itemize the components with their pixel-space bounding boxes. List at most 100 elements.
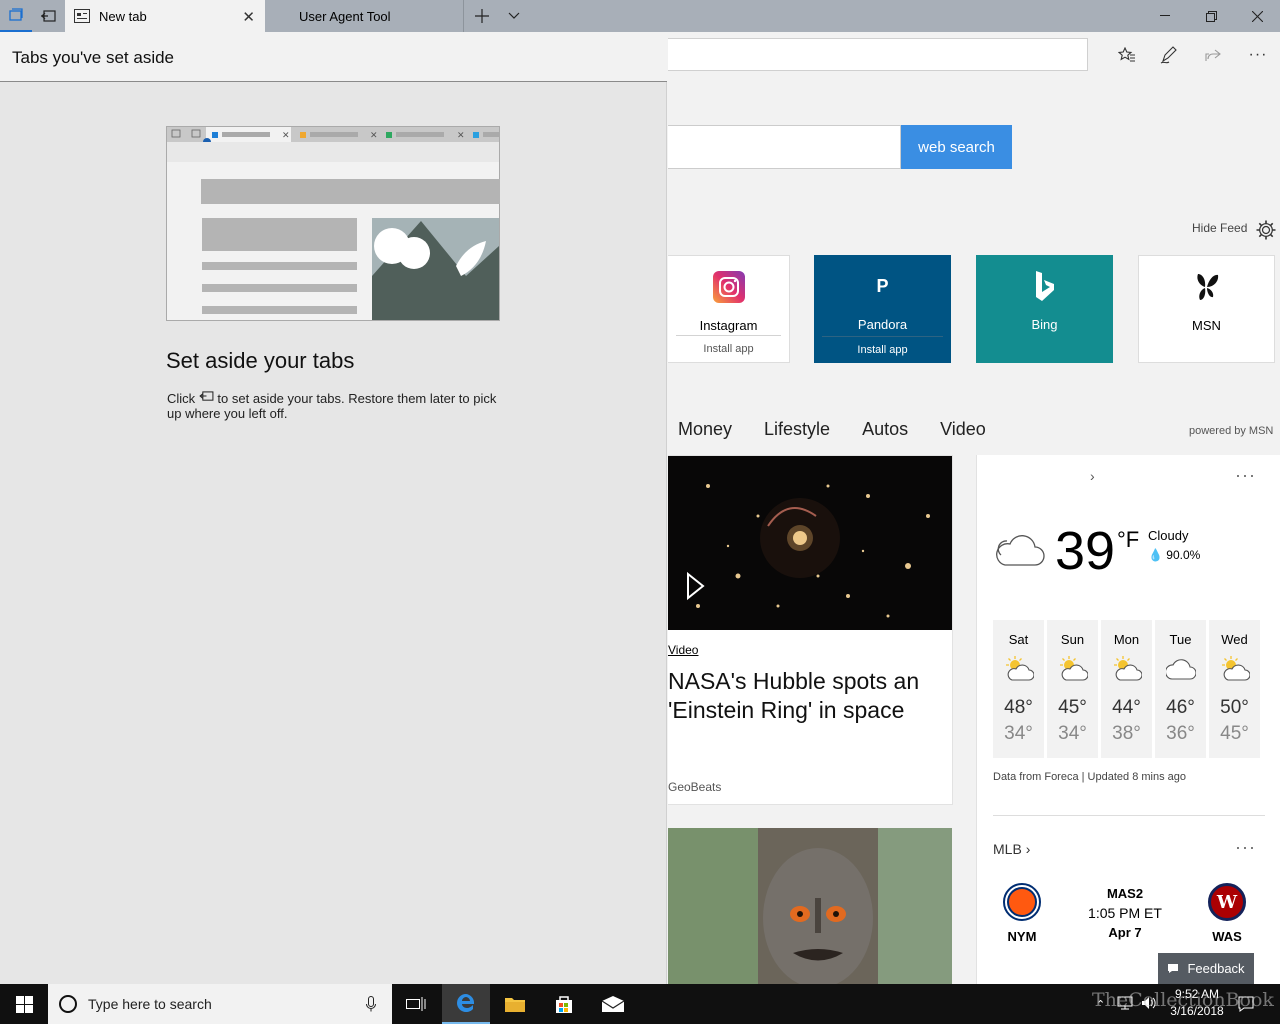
- category-lifestyle[interactable]: Lifestyle: [764, 419, 830, 440]
- svg-text:✕: ✕: [282, 130, 290, 140]
- close-tab-icon[interactable]: ✕: [242, 8, 255, 26]
- search-placeholder: Type here to search: [88, 996, 212, 1012]
- tile-bing[interactable]: Bing: [976, 255, 1113, 363]
- precip-value: 90.0%: [1166, 548, 1201, 562]
- taskbar: Type here to search ⌃ 9:52 AM 3/16/2018: [0, 984, 1280, 1024]
- tab-new-tab[interactable]: New tab ✕: [65, 0, 265, 32]
- panel-heading: Set aside your tabs: [166, 348, 355, 373]
- store-icon[interactable]: [540, 984, 588, 1024]
- team-home[interactable]: NYM: [992, 883, 1052, 944]
- set-aside-illustration: ✕ ✕ ✕: [166, 126, 500, 321]
- chevron-down-icon[interactable]: [498, 0, 530, 32]
- divider: [993, 815, 1265, 816]
- sun-cloud-icon: [993, 655, 1044, 685]
- sun-cloud-icon: [1209, 655, 1260, 685]
- mail-icon[interactable]: [589, 984, 637, 1024]
- day-low: 34°: [1058, 723, 1087, 744]
- category-nav: Money Lifestyle Autos Video: [678, 419, 1018, 440]
- day-high: 44°: [1112, 697, 1141, 718]
- web-search-button[interactable]: web search: [901, 125, 1012, 169]
- windows-logo-icon: [15, 995, 33, 1013]
- gear-icon[interactable]: [1255, 219, 1277, 246]
- weather-condition: Cloudy: [1148, 528, 1189, 543]
- current-temp: 39: [1055, 521, 1116, 581]
- forecast-day[interactable]: Sun 45° 34°: [1047, 620, 1098, 758]
- page-icon: [74, 9, 90, 23]
- notes-pen-icon[interactable]: [1152, 38, 1186, 72]
- msn-butterfly-icon: [1193, 270, 1221, 304]
- edge-app-icon[interactable]: [442, 984, 490, 1024]
- chevron-right-icon: ›: [1025, 841, 1031, 857]
- taskbar-search-input[interactable]: Type here to search: [48, 984, 392, 1024]
- forecast-day[interactable]: Sat 48° 34°: [993, 620, 1044, 758]
- droplet-icon: 💧: [1148, 548, 1163, 562]
- news-title[interactable]: NASA's Hubble spots an 'Einstein Ring' i…: [668, 667, 948, 725]
- category-autos[interactable]: Autos: [862, 419, 908, 440]
- install-app-link[interactable]: Install app: [822, 336, 943, 363]
- tab-manager-icon[interactable]: [0, 0, 32, 32]
- tab-label: New tab: [99, 8, 147, 24]
- more-icon[interactable]: ···: [1241, 38, 1275, 72]
- hide-feed-link[interactable]: Hide Feed: [1192, 221, 1247, 235]
- share-icon[interactable]: [1196, 38, 1230, 72]
- title-bar: New tab ✕ User Agent Tool: [0, 0, 1280, 32]
- news-image-tree[interactable]: [668, 828, 952, 984]
- svg-text:✕: ✕: [457, 130, 465, 140]
- new-tab-icon[interactable]: [466, 0, 498, 32]
- start-button[interactable]: [0, 984, 48, 1024]
- temp-unit[interactable]: °F: [1117, 527, 1139, 553]
- feedback-button[interactable]: Feedback: [1158, 953, 1254, 984]
- panel-description: Click to set aside your tabs. Restore th…: [167, 391, 497, 421]
- set-aside-panel: Tabs you've set aside ✕ ✕ ✕ Set aside yo…: [0, 32, 667, 984]
- favorites-icon[interactable]: [1110, 38, 1144, 72]
- forecast-day[interactable]: Tue 46° 36°: [1155, 620, 1206, 758]
- pandora-icon: P: [876, 275, 889, 296]
- microphone-icon[interactable]: [366, 996, 376, 1017]
- category-video[interactable]: Video: [940, 419, 986, 440]
- search-input[interactable]: [668, 125, 901, 169]
- day-name: Mon: [1113, 632, 1140, 647]
- minimize-button[interactable]: [1142, 0, 1188, 32]
- game-info: MAS2 1:05 PM ET Apr 7: [1077, 886, 1173, 940]
- chevron-right-icon[interactable]: ›: [1090, 468, 1095, 484]
- restore-button[interactable]: [1188, 0, 1234, 32]
- powered-by-msn: powered by MSN: [1189, 425, 1274, 437]
- svg-text:✕: ✕: [370, 130, 378, 140]
- sun-cloud-icon: [1047, 655, 1098, 685]
- weather-more-icon[interactable]: ···: [1235, 465, 1256, 486]
- desc-suffix: to set aside your tabs. Restore them lat…: [167, 391, 497, 421]
- day-name: Sun: [1060, 632, 1085, 647]
- tab-user-agent-tool[interactable]: User Agent Tool: [266, 0, 464, 32]
- forecast-day[interactable]: Mon 44° 38°: [1101, 620, 1152, 758]
- mlb-more-icon[interactable]: ···: [1235, 837, 1256, 858]
- category-money[interactable]: Money: [678, 419, 732, 440]
- mlb-link[interactable]: MLB ›: [993, 841, 1030, 857]
- mets-logo-icon: [1003, 883, 1041, 921]
- news-tag[interactable]: Video: [668, 643, 698, 657]
- day-high: 48°: [1004, 697, 1033, 718]
- team-away[interactable]: W WAS: [1197, 883, 1257, 944]
- task-view-icon[interactable]: [392, 984, 440, 1024]
- news-source: GeoBeats: [668, 780, 722, 794]
- sun-cloud-icon: [1101, 655, 1152, 685]
- day-low: 38°: [1112, 723, 1141, 744]
- address-bar[interactable]: [668, 38, 1088, 71]
- forecast-day[interactable]: Wed 50° 45°: [1209, 620, 1260, 758]
- weather-card: › ··· 39 °F Cloudy 💧 90.0% Sat 48° 34° S…: [976, 455, 1280, 985]
- tile-msn[interactable]: MSN: [1138, 255, 1275, 363]
- cloud-icon: [993, 529, 1045, 572]
- close-window-button[interactable]: [1234, 0, 1280, 32]
- set-aside-tabs-icon[interactable]: [32, 0, 64, 32]
- tab-label: User Agent Tool: [299, 8, 391, 24]
- tile-instagram[interactable]: Instagram Install app: [668, 255, 790, 363]
- day-low: 36°: [1166, 723, 1195, 744]
- chat-icon: [1168, 964, 1179, 973]
- cortana-icon: [58, 994, 78, 1019]
- tile-pandora[interactable]: P Pandora Install app: [814, 255, 951, 363]
- game-date: Apr 7: [1108, 925, 1142, 940]
- away-team-name: WAS: [1212, 929, 1242, 944]
- file-explorer-icon[interactable]: [491, 984, 539, 1024]
- set-aside-tabs-icon: [199, 391, 214, 401]
- install-app-link[interactable]: Install app: [676, 335, 781, 362]
- news-card[interactable]: Video NASA's Hubble spots an 'Einstein R…: [668, 455, 953, 805]
